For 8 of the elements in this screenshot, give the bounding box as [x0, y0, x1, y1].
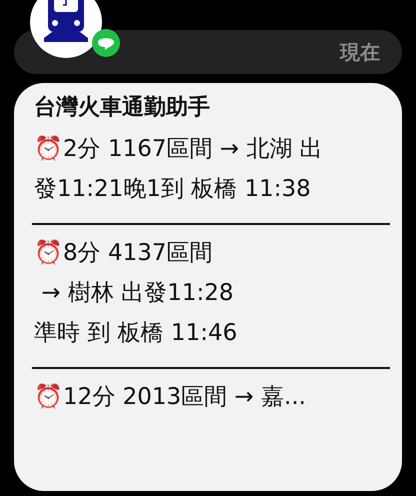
train-icon: [30, 0, 102, 58]
train-message: ⏰2分 1167區間 → 北湖 出 發11:21晚1到 板橋 11:38: [34, 134, 324, 204]
train-message: ⏰8分 4137區間 → 樹林 出發11:28 準時 到 板橋 11:46: [34, 238, 238, 348]
notification-time: 現在: [340, 38, 380, 66]
notification-card[interactable]: 台灣火車通勤助手 ⏰2分 1167區間 → 北湖 出 發11:21晚1到 板橋 11:38 ⏰8分 4137區間 → 樹林 出發11:28 準時 到 板橋 11:46 ⏰12分 2013區間 → 嘉...: [14, 83, 402, 491]
train-message: ⏰12分 2013區間 → 嘉...: [34, 382, 307, 412]
app-title: 台灣火車通勤助手: [34, 94, 211, 122]
chat-badge-icon: [92, 29, 120, 57]
